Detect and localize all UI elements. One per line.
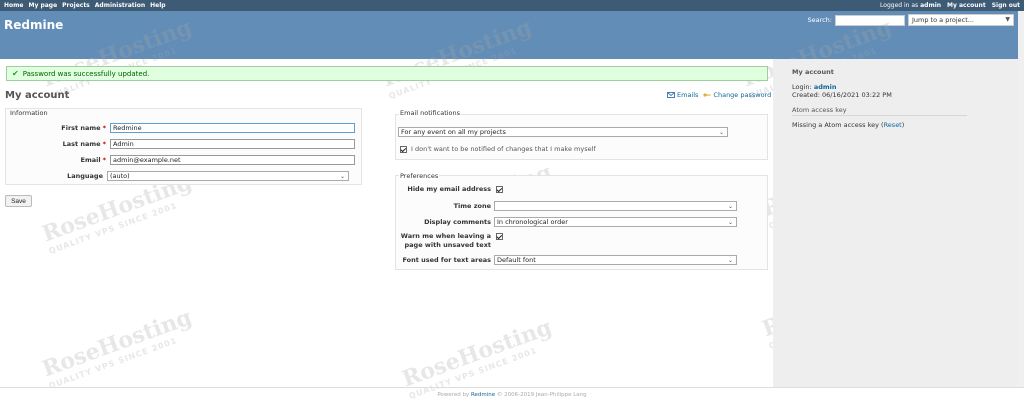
display-comments-label: Display comments xyxy=(424,218,491,226)
notification-select[interactable]: For any event on all my projects ⌄ xyxy=(398,127,728,137)
first-name-input[interactable]: Redmine xyxy=(110,123,355,133)
notification-value: For any event on all my projects xyxy=(401,128,506,136)
warn-leaving-checkbox[interactable] xyxy=(496,233,503,240)
no-self-notified-label: I don't want to be notified of changes t… xyxy=(411,145,596,153)
last-name-input[interactable]: Admin xyxy=(110,139,355,149)
flash-message: Password was successfully updated. xyxy=(22,69,150,78)
emails-link[interactable]: Emails xyxy=(677,91,698,99)
warn-leaving-row: Warn me when leaving a page with unsaved… xyxy=(396,232,503,250)
key-icon xyxy=(703,93,711,97)
redmine-link[interactable]: Redmine xyxy=(471,392,495,398)
search-input[interactable] xyxy=(835,14,905,26)
chevron-down-icon: ▼ xyxy=(1005,16,1010,23)
email-row: Email * admin@example.net xyxy=(6,155,355,165)
display-comments-select[interactable]: In chronological order ⌄ xyxy=(494,217,737,227)
hide-email-row: Hide my email address xyxy=(396,185,503,193)
menu-my-page[interactable]: My page xyxy=(28,2,57,9)
top-menu: Home My page Projects Administration Hel… xyxy=(0,0,1024,11)
email-label: Email * xyxy=(80,156,106,164)
no-self-notified-checkbox[interactable] xyxy=(400,145,407,153)
first-name-label: First name * xyxy=(61,124,106,132)
atom-status: Missing a Atom access key (Reset) xyxy=(792,121,905,129)
time-zone-row: Time zone ⌄ xyxy=(396,201,737,211)
search-label: Search: xyxy=(807,16,832,24)
no-self-notified-row: I don't want to be notified of changes t… xyxy=(400,145,596,153)
required-mark: * xyxy=(102,140,106,148)
watermark: RoseHostingQUALITY VPS SINCE 2001 xyxy=(38,304,196,391)
last-name-label: Last name * xyxy=(62,140,106,148)
footer: Powered by Redmine © 2006-2019 Jean-Phil… xyxy=(0,387,1024,403)
required-mark: * xyxy=(102,124,106,132)
font-select[interactable]: Default font ⌄ xyxy=(494,255,737,265)
language-row: Language (auto) ⌄ xyxy=(6,171,349,181)
chevron-down-icon: ⌄ xyxy=(339,173,345,180)
email-notifications-box: Email notifications For any event on all… xyxy=(395,109,768,160)
chevron-down-icon: ⌄ xyxy=(727,203,733,210)
logged-in-user[interactable]: admin xyxy=(920,2,941,9)
menu-projects[interactable]: Projects xyxy=(62,2,90,9)
language-label: Language xyxy=(67,172,103,180)
time-zone-label: Time zone xyxy=(453,202,491,210)
sign-out-link[interactable]: Sign out xyxy=(992,2,1020,9)
page-title: My account xyxy=(5,90,70,101)
font-value: Default font xyxy=(497,256,536,264)
my-account-link[interactable]: My account xyxy=(947,2,986,9)
font-row: Font used for text areas Default font ⌄ xyxy=(396,255,737,265)
project-jump-placeholder: Jump to a project... xyxy=(912,16,974,24)
site-title[interactable]: Redmine xyxy=(4,18,63,32)
information-legend: Information xyxy=(10,109,48,117)
display-comments-value: In chronological order xyxy=(497,218,568,226)
divider xyxy=(792,115,967,116)
hide-email-label: Hide my email address xyxy=(407,185,491,193)
quick-search: Search: Jump to a project... ▼ xyxy=(807,14,1014,26)
login-user-link[interactable]: admin xyxy=(814,83,837,91)
save-button[interactable]: Save xyxy=(5,195,32,207)
menu-help[interactable]: Help xyxy=(150,2,165,9)
time-zone-select[interactable]: ⌄ xyxy=(494,201,737,211)
email-icon xyxy=(667,92,675,98)
reset-atom-key-link[interactable]: Reset xyxy=(884,121,902,129)
change-password-link[interactable]: Change password xyxy=(713,91,771,99)
flash-notice: ✔ Password was successfully updated. xyxy=(6,66,768,81)
sidebar-created: Created: 06/16/2021 03:22 PM xyxy=(792,91,892,99)
email-input[interactable]: admin@example.net xyxy=(110,155,355,165)
preferences-box: Preferences Hide my email address Time z… xyxy=(395,172,768,270)
atom-heading: Atom access key xyxy=(792,106,847,114)
project-jump-select[interactable]: Jump to a project... ▼ xyxy=(908,14,1014,26)
logged-in-text: Logged in as admin xyxy=(880,2,942,9)
contextual-links: Emails Change password xyxy=(667,91,776,99)
check-icon: ✔ xyxy=(12,69,19,78)
hide-email-checkbox[interactable] xyxy=(496,185,503,193)
first-name-row: First name * Redmine xyxy=(6,123,355,133)
menu-home[interactable]: Home xyxy=(4,2,23,9)
warn-leaving-label: Warn me when leaving a page with unsaved… xyxy=(400,232,491,249)
information-box: Information First name * Redmine Last nam… xyxy=(5,108,362,185)
language-value: (auto) xyxy=(110,172,130,180)
menu-administration[interactable]: Administration xyxy=(95,2,145,9)
header: Redmine Search: Jump to a project... ▼ xyxy=(0,11,1024,59)
sidebar-heading: My account xyxy=(792,68,834,76)
account-menu: Logged in as admin My account Sign out xyxy=(874,2,1020,9)
chevron-down-icon: ⌄ xyxy=(727,219,733,226)
font-label: Font used for text areas xyxy=(402,256,491,264)
last-name-row: Last name * Admin xyxy=(6,139,355,149)
preferences-legend: Preferences xyxy=(399,172,440,180)
email-notifications-legend: Email notifications xyxy=(399,109,462,117)
sidebar: My account Login: admin Created: 06/16/2… xyxy=(773,59,1024,387)
chevron-down-icon: ⌄ xyxy=(718,129,724,136)
display-comments-row: Display comments In chronological order … xyxy=(396,217,737,227)
required-mark: * xyxy=(102,156,106,164)
sidebar-login: Login: admin xyxy=(792,83,837,91)
scrollbar[interactable] xyxy=(1018,11,1024,387)
language-select[interactable]: (auto) ⌄ xyxy=(107,171,349,181)
chevron-down-icon: ⌄ xyxy=(727,257,733,264)
